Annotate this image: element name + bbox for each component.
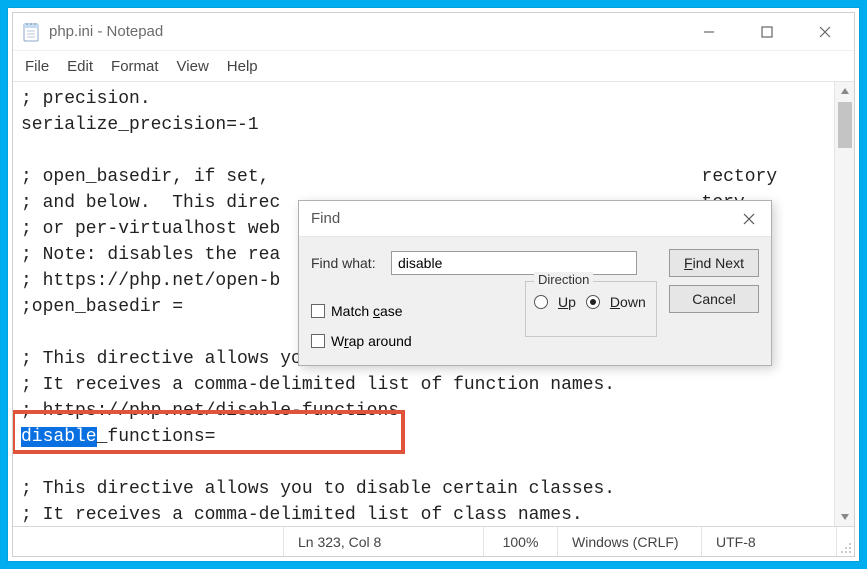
editor-line: ; open_basedir, if set, rectory — [21, 167, 777, 187]
direction-group: Direction Up Down — [525, 281, 657, 337]
content-area: ; precision. serialize_precision=-1 ; op… — [13, 81, 854, 526]
editor-line: ; Note: disables the rea — [21, 245, 280, 265]
scroll-down-arrow[interactable] — [835, 508, 854, 526]
scroll-thumb[interactable] — [838, 102, 852, 148]
selection-highlight: disable — [21, 427, 97, 447]
status-encoding: UTF-8 — [701, 527, 836, 556]
window-title: php.ini - Notepad — [49, 23, 163, 40]
vertical-scrollbar[interactable] — [834, 82, 854, 526]
titlebar[interactable]: php.ini - Notepad — [13, 13, 854, 51]
find-dialog-titlebar[interactable]: Find — [299, 201, 771, 237]
maximize-button[interactable] — [738, 13, 796, 51]
find-dialog-title: Find — [311, 210, 340, 227]
menu-edit[interactable]: Edit — [67, 58, 93, 75]
editor-line: serialize_precision=-1 — [21, 115, 259, 135]
close-button[interactable] — [796, 13, 854, 51]
match-case-checkbox[interactable] — [311, 304, 325, 318]
editor-line: ; It receives a comma-delimited list of … — [21, 375, 615, 395]
find-next-button[interactable]: Find Next — [669, 249, 759, 277]
find-close-button[interactable] — [727, 201, 771, 237]
direction-up-radio[interactable] — [534, 295, 548, 309]
resize-grip[interactable] — [836, 527, 854, 556]
editor-line: ; https://php.net/open-b — [21, 271, 280, 291]
editor-line: ; precision. — [21, 89, 151, 109]
direction-down-label: Down — [610, 294, 646, 310]
wrap-around-checkbox[interactable] — [311, 334, 325, 348]
direction-up-label: Up — [558, 294, 576, 310]
find-dialog[interactable]: Find Find what: Find Next Cancel — [298, 200, 772, 366]
cancel-button[interactable]: Cancel — [669, 285, 759, 313]
status-zoom: 100% — [483, 527, 557, 556]
status-empty — [13, 527, 283, 556]
menu-view[interactable]: View — [177, 58, 209, 75]
minimize-button[interactable] — [680, 13, 738, 51]
status-eol: Windows (CRLF) — [557, 527, 701, 556]
editor-line: ; or per-virtualhost web — [21, 219, 280, 239]
scroll-up-arrow[interactable] — [835, 82, 854, 100]
menubar: File Edit Format View Help — [13, 51, 854, 81]
find-what-label: Find what: — [311, 255, 381, 271]
editor-line: ; This directive allows you to disable c… — [21, 479, 615, 499]
direction-label: Direction — [534, 272, 593, 287]
editor-line: ; It receives a comma-delimited list of … — [21, 505, 583, 525]
notepad-window: php.ini - Notepad File Edit Format View … — [12, 12, 855, 557]
editor-line-rest: _functions= — [97, 427, 216, 447]
find-what-input[interactable] — [391, 251, 637, 275]
match-case-label: Match case — [331, 303, 403, 319]
menu-file[interactable]: File — [25, 58, 49, 75]
notepad-icon — [21, 21, 41, 43]
statusbar: Ln 323, Col 8 100% Windows (CRLF) UTF-8 — [13, 526, 854, 556]
editor-line: ;open_basedir = — [21, 297, 183, 317]
wrap-around-label: Wrap around — [331, 333, 412, 349]
editor-line: ; https://php.net/disable-functions — [21, 401, 399, 421]
status-ln-col: Ln 323, Col 8 — [283, 527, 483, 556]
menu-format[interactable]: Format — [111, 58, 159, 75]
direction-down-radio[interactable] — [586, 295, 600, 309]
menu-help[interactable]: Help — [227, 58, 258, 75]
